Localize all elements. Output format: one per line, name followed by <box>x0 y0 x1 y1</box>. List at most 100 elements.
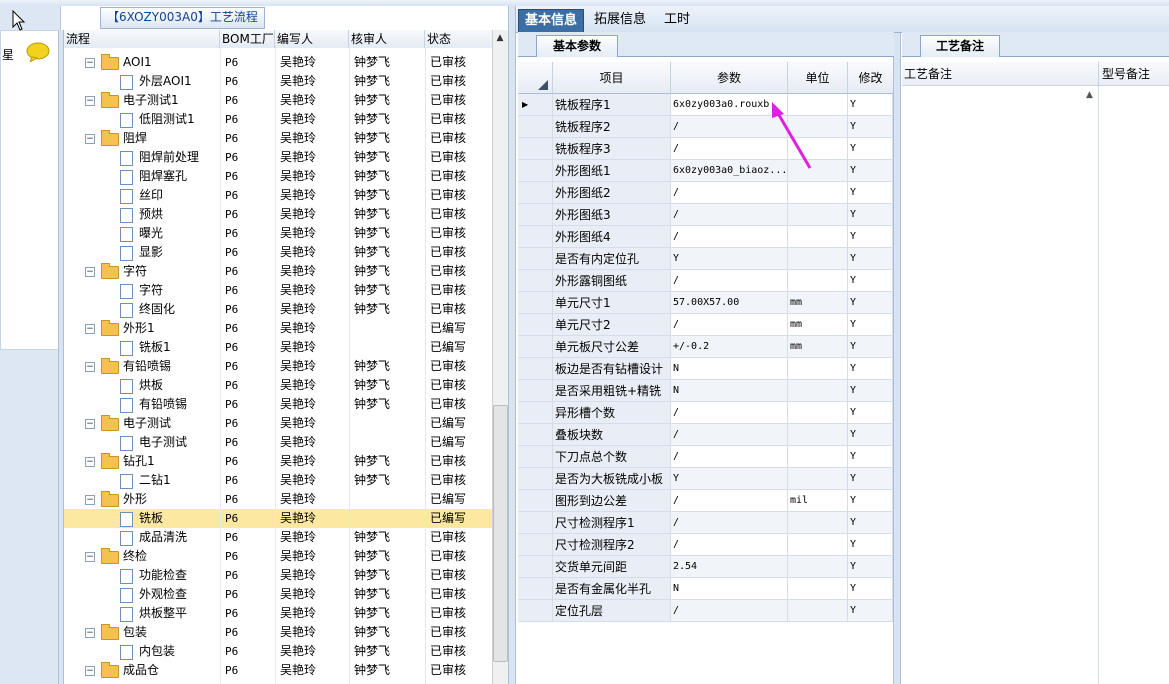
col-item-header[interactable]: 项目 <box>553 62 671 94</box>
param-cell[interactable]: / <box>671 512 788 534</box>
unit-cell[interactable]: mm <box>788 292 848 314</box>
param-cell[interactable]: Y <box>671 248 788 270</box>
param-row[interactable]: ▶ 铣板程序1 6x0zy003a0.rouxb Y <box>518 94 893 116</box>
col-bom-header[interactable]: BOM工厂 <box>220 30 275 48</box>
unit-cell[interactable]: mm <box>788 314 848 336</box>
unit-cell[interactable] <box>788 270 848 292</box>
tree-row[interactable]: 曝光 P6 吴艳玲 钟梦飞 已审核 <box>64 224 492 243</box>
modify-cell[interactable]: Y <box>848 402 893 424</box>
tree-row[interactable]: − 有铅喷锡 P6 吴艳玲 钟梦飞 已审核 <box>64 357 492 376</box>
unit-cell[interactable] <box>788 512 848 534</box>
row-indicator[interactable] <box>518 578 553 600</box>
param-cell[interactable]: / <box>671 204 788 226</box>
param-row[interactable]: 板边是否有钻槽设计 N Y <box>518 358 893 380</box>
tree-row[interactable]: 电子测试 P6 吴艳玲 已编写 <box>64 433 492 452</box>
param-cell[interactable]: / <box>671 600 788 622</box>
param-row[interactable]: 是否有金属化半孔 N Y <box>518 578 893 600</box>
param-cell[interactable]: / <box>671 226 788 248</box>
modify-cell[interactable]: Y <box>848 314 893 336</box>
tree-row[interactable]: 预烘 P6 吴艳玲 钟梦飞 已审核 <box>64 205 492 224</box>
param-cell[interactable]: / <box>671 182 788 204</box>
tree-row[interactable]: − 阻焊 P6 吴艳玲 钟梦飞 已审核 <box>64 129 492 148</box>
unit-cell[interactable]: mil <box>788 490 848 512</box>
row-indicator[interactable] <box>518 270 553 292</box>
tree-row[interactable]: 终固化 P6 吴艳玲 钟梦飞 已审核 <box>64 300 492 319</box>
unit-cell[interactable] <box>788 182 848 204</box>
tree-row[interactable]: 内包装 P6 吴艳玲 钟梦飞 已审核 <box>64 642 492 661</box>
modify-cell[interactable]: Y <box>848 490 893 512</box>
row-indicator[interactable] <box>518 204 553 226</box>
col-reviewer-header[interactable]: 核审人 <box>349 30 425 48</box>
tree-row[interactable]: − 包装 P6 吴艳玲 钟梦飞 已审核 <box>64 623 492 642</box>
modify-cell[interactable]: Y <box>848 270 893 292</box>
tab-work-hours[interactable]: 工时 <box>658 9 696 31</box>
tree-row[interactable]: 外观检查 P6 吴艳玲 钟梦飞 已审核 <box>64 585 492 604</box>
param-row[interactable]: 定位孔层 / Y <box>518 600 893 622</box>
modify-cell[interactable]: Y <box>848 534 893 556</box>
collapse-icon[interactable]: − <box>85 134 95 144</box>
modify-cell[interactable]: Y <box>848 468 893 490</box>
param-cell[interactable]: / <box>671 446 788 468</box>
tree-row[interactable]: − 终检 P6 吴艳玲 钟梦飞 已审核 <box>64 547 492 566</box>
tree-row[interactable]: 显影 P6 吴艳玲 钟梦飞 已审核 <box>64 243 492 262</box>
param-row[interactable]: 下刀点总个数 / Y <box>518 446 893 468</box>
row-indicator[interactable] <box>518 600 553 622</box>
tree-row[interactable]: 低阻测试1 P6 吴艳玲 钟梦飞 已审核 <box>64 110 492 129</box>
right-splitter[interactable] <box>893 32 901 684</box>
row-indicator[interactable] <box>518 116 553 138</box>
tree-scroll-thumb[interactable] <box>493 405 508 662</box>
param-row[interactable]: 图形到边公差 / mil Y <box>518 490 893 512</box>
modify-cell[interactable]: Y <box>848 600 893 622</box>
modify-cell[interactable]: Y <box>848 292 893 314</box>
row-indicator[interactable] <box>518 534 553 556</box>
tree-row[interactable]: 阻焊前处理 P6 吴艳玲 钟梦飞 已审核 <box>64 148 492 167</box>
model-remark-header[interactable]: 型号备注 <box>1098 62 1169 86</box>
param-cell[interactable]: 2.54 <box>671 556 788 578</box>
param-cell[interactable]: N <box>671 380 788 402</box>
param-cell[interactable]: N <box>671 578 788 600</box>
collapse-icon[interactable]: − <box>85 457 95 467</box>
param-row[interactable]: 交货单元间距 2.54 Y <box>518 556 893 578</box>
param-cell[interactable]: Y <box>671 468 788 490</box>
unit-cell[interactable] <box>788 424 848 446</box>
collapse-icon[interactable]: − <box>85 58 95 68</box>
col-unit-header[interactable]: 单位 <box>788 62 848 94</box>
collapse-icon[interactable]: − <box>85 495 95 505</box>
param-row[interactable]: 铣板程序3/Y <box>518 138 893 160</box>
row-indicator[interactable] <box>518 556 553 578</box>
tree-row[interactable]: 铣板1 P6 吴艳玲 已编写 <box>64 338 492 357</box>
modify-cell[interactable]: Y <box>848 380 893 402</box>
scroll-up-icon[interactable]: ▲ <box>494 32 506 44</box>
row-indicator[interactable] <box>518 402 553 424</box>
col-modify-header[interactable]: 修改 <box>848 62 893 94</box>
tree-row[interactable]: − 电子测试 P6 吴艳玲 已编写 <box>64 414 492 433</box>
row-indicator[interactable] <box>518 292 553 314</box>
tree-row[interactable]: − 钻孔1 P6 吴艳玲 钟梦飞 已审核 <box>64 452 492 471</box>
modify-cell[interactable]: Y <box>848 424 893 446</box>
middle-splitter[interactable] <box>508 6 516 684</box>
collapse-icon[interactable]: − <box>85 267 95 277</box>
modify-cell[interactable]: Y <box>848 138 893 160</box>
unit-cell[interactable] <box>788 248 848 270</box>
tree-row[interactable]: − 外形 P6 吴艳玲 已编写 <box>64 490 492 509</box>
tree-row[interactable]: − 外形1 P6 吴艳玲 已编写 <box>64 319 492 338</box>
unit-cell[interactable]: mm <box>788 336 848 358</box>
tab-process-remark[interactable]: 工艺备注 <box>920 35 1000 57</box>
row-indicator[interactable] <box>518 160 553 182</box>
modify-cell[interactable]: Y <box>848 358 893 380</box>
tree-row[interactable]: 烘板整平 P6 吴艳玲 钟梦飞 已审核 <box>64 604 492 623</box>
modify-cell[interactable]: Y <box>848 226 893 248</box>
param-row[interactable]: 单元板尺寸公差 +/-0.2 mm Y <box>518 336 893 358</box>
tree-row[interactable]: 二钻1 P6 吴艳玲 钟梦飞 已审核 <box>64 471 492 490</box>
row-indicator[interactable] <box>518 314 553 336</box>
unit-cell[interactable] <box>788 226 848 248</box>
unit-cell[interactable] <box>788 556 848 578</box>
tree-row[interactable]: 铣板 P6 吴艳玲 已编写 <box>64 509 492 528</box>
param-row[interactable]: 是否为大板铣成小板 Y Y <box>518 468 893 490</box>
collapse-icon[interactable]: − <box>85 419 95 429</box>
modify-cell[interactable]: Y <box>848 556 893 578</box>
param-row[interactable]: 外形图纸4/ Y <box>518 226 893 248</box>
param-row[interactable]: 尺寸检测程序2/ Y <box>518 534 893 556</box>
tree-row[interactable]: − 字符 P6 吴艳玲 钟梦飞 已审核 <box>64 262 492 281</box>
row-indicator[interactable] <box>518 336 553 358</box>
